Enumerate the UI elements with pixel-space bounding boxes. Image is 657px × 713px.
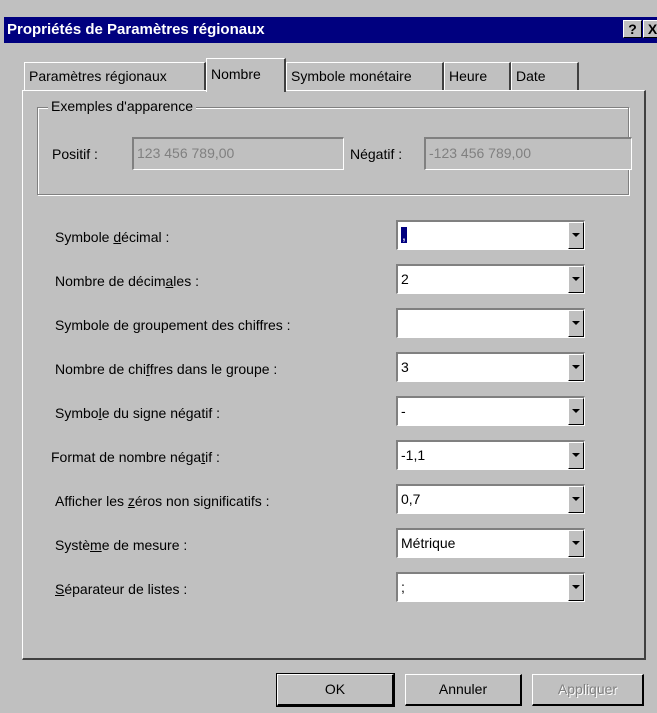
negative-sign-symbol-label: Symbole du signe négatif : — [55, 405, 221, 421]
combo-value: , — [401, 227, 407, 243]
decimal-count-combo[interactable]: 2 — [396, 264, 585, 294]
tab-number[interactable]: Nombre — [206, 58, 286, 92]
tab-label: Paramètres régionaux — [29, 68, 167, 84]
combo-value: 0,7 — [401, 491, 421, 507]
list-separator-label: Séparateur de listes : — [55, 581, 188, 597]
close-button[interactable]: X — [643, 20, 657, 38]
help-button[interactable]: ? — [623, 20, 642, 38]
positive-example-field: 123 456 789,00 — [132, 137, 344, 170]
negative-number-format-combo[interactable]: -1,1 — [396, 440, 585, 470]
appearance-examples-group: Exemples d'apparence Positif : 123 456 7… — [37, 98, 632, 195]
tab-label: Nombre — [211, 66, 261, 82]
combo-value: Métrique — [401, 535, 456, 551]
cancel-button[interactable]: Annuler — [405, 674, 522, 706]
leading-zeros-combo[interactable]: 0,7 — [396, 484, 585, 514]
decimal-count-label: Nombre de décimales : — [55, 273, 199, 289]
chevron-down-icon[interactable] — [568, 398, 584, 425]
list-separator-combo[interactable]: ; — [396, 572, 585, 602]
tab-regional-settings[interactable]: Paramètres régionaux — [24, 62, 206, 90]
number-tab-panel: Exemples d'apparence Positif : 123 456 7… — [22, 90, 646, 660]
title-bar[interactable]: Propriétés de Paramètres régionaux ? X — [4, 17, 657, 43]
chevron-down-icon[interactable] — [568, 530, 584, 557]
positive-label: Positif : — [52, 146, 98, 162]
tab-label: Heure — [449, 68, 488, 84]
tab-label: Date — [516, 68, 546, 84]
tab-time[interactable]: Heure — [444, 62, 511, 90]
combo-value: 2 — [401, 271, 409, 287]
negative-label: Négatif : — [350, 146, 403, 162]
combo-value: -1,1 — [401, 447, 426, 463]
negative-example-field: -123 456 789,00 — [424, 137, 632, 170]
digits-in-group-combo[interactable]: 3 — [396, 352, 585, 382]
tab-label: Symbole monétaire — [291, 68, 412, 84]
chevron-down-icon[interactable] — [568, 222, 584, 249]
chevron-down-icon[interactable] — [568, 266, 584, 293]
measurement-system-label: Système de mesure : — [55, 537, 188, 553]
digit-grouping-symbol-combo[interactable] — [396, 308, 585, 338]
chevron-down-icon[interactable] — [568, 442, 584, 469]
apply-button[interactable]: Appliquer — [532, 674, 644, 706]
chevron-down-icon[interactable] — [568, 354, 584, 381]
tab-date[interactable]: Date — [511, 62, 579, 90]
ok-button[interactable]: OK — [276, 673, 395, 707]
combo-value: ; — [401, 579, 405, 595]
combo-value: 3 — [401, 359, 409, 375]
window-title: Propriétés de Paramètres régionaux — [7, 21, 265, 38]
chevron-down-icon[interactable] — [568, 574, 584, 601]
digit-grouping-symbol-label: Symbole de groupement des chiffres : — [55, 317, 291, 333]
tab-currency[interactable]: Symbole monétaire — [286, 62, 444, 90]
negative-number-format-label: Format de nombre négatif : — [51, 449, 220, 465]
leading-zeros-label: Afficher les zéros non significatifs : — [55, 493, 270, 509]
measurement-system-combo[interactable]: Métrique — [396, 528, 585, 558]
negative-sign-symbol-combo[interactable]: - — [396, 396, 585, 426]
decimal-symbol-combo[interactable]: , — [396, 220, 585, 250]
regional-settings-dialog: Propriétés de Paramètres régionaux ? X P… — [0, 0, 657, 713]
chevron-down-icon[interactable] — [568, 310, 584, 337]
combo-value: - — [401, 403, 406, 419]
decimal-symbol-label: Symbole décimal : — [55, 229, 170, 245]
digits-in-group-label: Nombre de chiffres dans le groupe : — [55, 361, 278, 377]
group-legend: Exemples d'apparence — [48, 98, 196, 114]
chevron-down-icon[interactable] — [568, 486, 584, 513]
